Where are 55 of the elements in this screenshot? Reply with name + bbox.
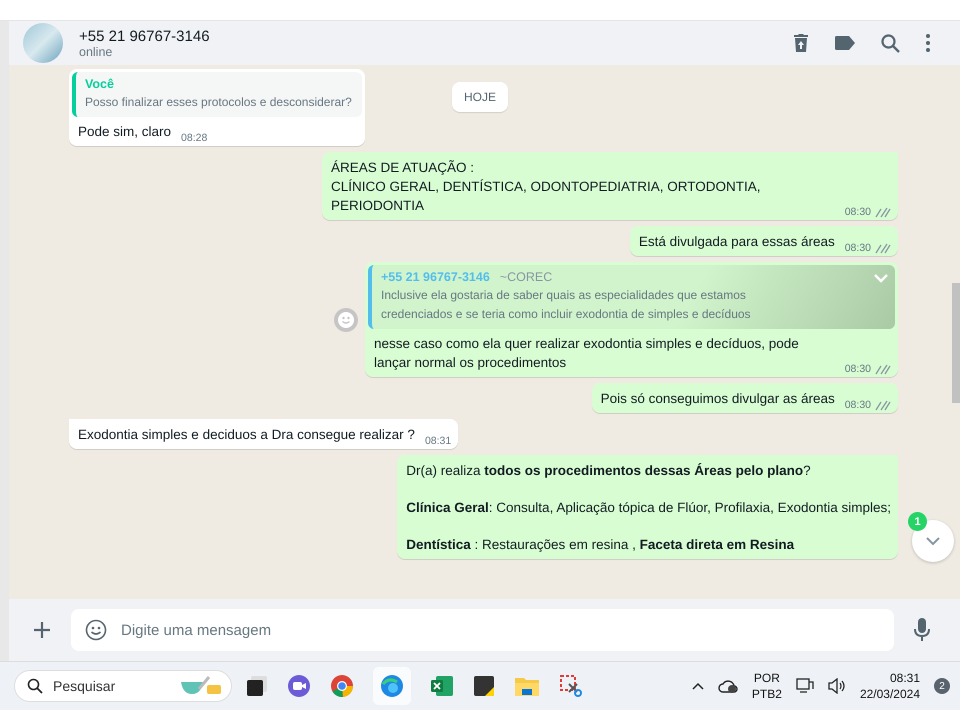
scrollbar-thumb[interactable] <box>952 283 960 403</box>
quote-author: +55 21 96767-3146 <box>381 270 490 284</box>
message-text: nesse caso como ela quer realizar exodontia simples e decíduos, pode lançar normal os procedimentos <box>374 335 800 372</box>
contact-status: online <box>79 44 114 58</box>
sticky-note-icon[interactable] <box>473 675 495 697</box>
folder-icon[interactable] <box>514 675 540 697</box>
speaker-icon[interactable] <box>828 678 846 694</box>
message-text: Dr(a) realiza todos os procedimentos dessas Áreas pelo plano? <box>406 462 812 480</box>
message-text: Dentística : Restaurações em resina , Faceta direta em Resina <box>406 536 796 554</box>
language-indicator[interactable]: POR PTB2 <box>752 670 782 702</box>
trash-icon[interactable] <box>793 33 809 53</box>
message-time: 08:28 <box>181 132 208 144</box>
scissors-icon[interactable] <box>559 674 583 698</box>
quote-text: Posso finalizar esses protocolos e desconsiderar? <box>85 94 352 111</box>
contact-name[interactable]: +55 21 96767-3146 <box>79 28 777 44</box>
message-text: ÁREAS DE ATUAÇÃO : <box>331 159 476 177</box>
label-icon[interactable] <box>835 36 855 50</box>
message-text: Pode sim, claro <box>78 123 172 141</box>
message-text: Exodontia simples e deciduos a Dra consegue realizar ? <box>78 426 415 444</box>
task-view-icon[interactable] <box>246 675 268 697</box>
browser-icon[interactable] <box>373 667 411 705</box>
message-time: 08:30 <box>844 399 871 411</box>
message-text: CLÍNICO GERAL, DENTÍSTICA, ODONTOPEDIATRIA, ORTODONTIA, PERIODONTIA <box>331 178 762 215</box>
quote-text: Inclusive ela gostaria de saber quais as especialidades que estamos credenciados e se teria como incluir exodontia de simples e decíduos <box>381 287 752 323</box>
message-text: Clínica Geral: Consulta, Aplicação tópica de Flúor, Profilaxia, Exodontia simples; <box>406 499 891 517</box>
message-time: 08:30 <box>844 206 871 218</box>
spreadsheet-icon[interactable] <box>430 674 454 698</box>
cloud-icon[interactable] <box>718 678 738 694</box>
search-icon <box>27 678 43 694</box>
network-icon[interactable] <box>796 678 814 694</box>
message-text: Pois só conseguimos divulgar as áreas <box>600 390 835 408</box>
message-time: 08:30 <box>844 363 871 375</box>
unread-badge: 1 <box>908 512 927 531</box>
emoji-icon[interactable] <box>85 619 107 641</box>
chevron-up-icon[interactable] <box>692 682 704 690</box>
taskbar-clock[interactable]: 08:31 22/03/2024 <box>860 670 920 702</box>
message-text: Está divulgada para essas áreas <box>638 233 835 251</box>
chevron-down-icon <box>925 536 941 546</box>
taskbar-search[interactable]: Pesquisar <box>14 670 232 702</box>
search-icon[interactable] <box>881 34 900 52</box>
notification-badge[interactable]: 2 <box>934 678 950 694</box>
bowl-drawing <box>179 675 223 697</box>
date-chip: HOJE <box>452 82 508 112</box>
message-input[interactable]: Digite uma mensagem <box>71 609 894 651</box>
message-time: 08:31 <box>424 435 452 447</box>
quoted-message[interactable]: +55 21 96767-3146 ~COREC Inclusive ela gostaria de saber quais as especialidades que estamos credenciados e se teria como incluir exodontia de simples e decíduos <box>368 265 895 329</box>
browser-icon[interactable] <box>330 674 354 698</box>
quote-author: Você <box>85 77 114 91</box>
plus-icon[interactable] <box>33 621 51 639</box>
quoted-message[interactable]: Você Posso finalizar esses protocolos e desconsiderar? <box>72 72 362 117</box>
chat-app-icon[interactable] <box>287 674 311 698</box>
menu-icon[interactable] <box>926 34 930 52</box>
microphone-icon[interactable] <box>914 618 930 642</box>
quote-alias: ~COREC <box>500 270 552 284</box>
message-time: 08:30 <box>844 242 871 254</box>
